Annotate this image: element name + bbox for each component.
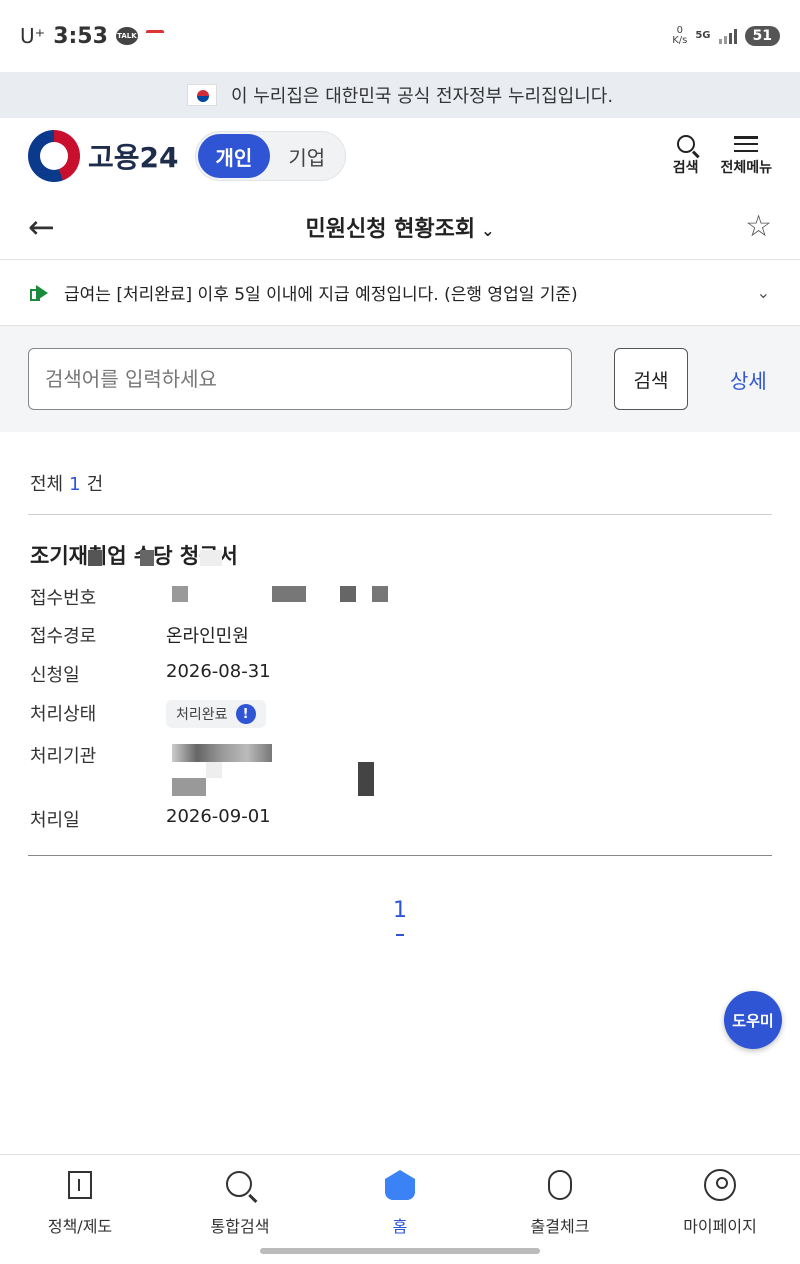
field-label: 신청일 [30,665,80,686]
status-time: 3:53 [53,23,108,49]
nav-label: 정책/제도 [47,1217,113,1236]
nav-label: 출결체크 [530,1217,590,1236]
search-icon [676,135,695,153]
page-title: 민원신청 현황조회 [305,216,476,242]
lock-icon [544,1169,576,1201]
detail-search-link[interactable]: 상세 [730,365,767,394]
redacted-block [88,550,102,566]
redacted-block [372,586,388,602]
field-label: 처리기관 [30,746,97,767]
page-title-dropdown[interactable]: 민원신청 현황조회 ⌄ [68,211,732,243]
redacted-block [172,586,188,602]
result-count-number: 1 [69,474,81,495]
header-menu-button[interactable]: 전체메뉴 [720,135,772,177]
field-done-date: 처리일 2026-09-01 [30,806,271,832]
helper-button[interactable]: 도우미 [724,991,782,1049]
person-icon [704,1169,736,1201]
gov-banner-text: 이 누리집은 대한민국 공식 전자정부 누리집입니다. [230,86,614,107]
hamburger-icon [734,135,759,153]
page-title-bar: ← 민원신청 현황조회 ⌄ ☆ [0,194,800,260]
pagination-current-page[interactable]: 1 [390,898,410,923]
home-indicator[interactable] [260,1248,540,1254]
redacted-block [358,762,374,796]
redacted-block [340,586,356,602]
redacted-block [272,586,306,602]
notice-text: 급여는 [처리완료] 이후 5일 이내에 지급 예정입니다. (은행 영업일 기… [64,285,578,305]
gov-logo-icon [28,130,80,182]
home-icon [384,1169,416,1201]
segment-individual[interactable]: 개인 [197,134,271,178]
notice-bar[interactable]: 급여는 [처리완료] 이후 5일 이내에 지급 예정입니다. (은행 영업일 기… [0,260,800,326]
nav-label: 홈 [392,1217,408,1236]
status-badge[interactable]: 처리완료 ! [166,700,266,728]
info-icon[interactable]: ! [235,704,256,724]
search-input[interactable] [28,348,572,410]
building-icon [64,1169,96,1201]
redacted-block [206,762,222,778]
header-search-button[interactable]: 검색 [672,135,699,177]
battery-icon: 51 [744,26,780,46]
net-speed: 0 K/s [672,25,688,46]
carrier-label: U⁺ [20,24,46,48]
field-route: 접수경로 온라인민원 [30,622,249,648]
field-label: 처리상태 [30,704,97,725]
app-header: 고용24 개인 기업 검색 전체메뉴 [0,118,800,194]
divider [28,855,772,856]
status-bar: U⁺ 3:53 TALK 0 K/s 5G 51 [0,0,800,72]
divider [28,514,772,515]
status-badge-text: 처리완료 [176,707,228,723]
notification-icon [145,30,164,42]
korea-flag-icon [186,84,217,106]
redacted-block [172,778,206,796]
nav-item-mypage[interactable]: 마이페이지 [640,1155,800,1264]
logo-text: 고용24 [88,141,179,174]
header-menu-label: 전체메뉴 [720,160,772,176]
nav-item-policy[interactable]: 정책/제도 [0,1155,160,1264]
field-label: 처리일 [30,810,80,831]
field-label: 접수번호 [30,588,97,609]
user-type-toggle: 개인 기업 [194,131,347,181]
nav-label: 마이페이지 [683,1217,757,1236]
chevron-down-icon: ⌄ [481,220,495,240]
redacted-block [172,744,272,762]
field-label: 접수경로 [30,626,97,647]
search-icon [224,1169,256,1201]
search-button[interactable]: 검색 [614,348,688,410]
field-status: 처리상태 처리완료 ! [30,700,266,728]
redacted-block [200,550,222,566]
megaphone-icon [30,285,50,301]
search-area: 검색 상세 [0,326,800,432]
chevron-down-icon[interactable]: ⌄ [757,283,770,302]
logo[interactable]: 고용24 [28,130,179,182]
network-type: 5G [695,30,711,41]
pagination-underline [396,934,404,936]
signal-icon [718,28,737,44]
result-count: 전체 1 건 [30,474,104,495]
back-arrow-icon[interactable]: ← [28,208,68,246]
kakaotalk-icon: TALK [115,27,138,45]
nav-label: 통합검색 [210,1217,270,1236]
field-receipt-no: 접수번호 [30,584,166,610]
redacted-block [140,550,154,566]
field-value: 2026-09-01 [166,806,271,827]
header-search-label: 검색 [672,160,699,176]
field-apply-date: 신청일 2026-08-31 [30,661,271,687]
field-agency: 처리기관 [30,742,166,768]
field-value: 온라인민원 [166,626,249,647]
segment-business[interactable]: 기업 [270,134,343,178]
field-value: 2026-08-31 [166,661,271,682]
favorite-star-icon[interactable]: ☆ [732,209,772,244]
gov-banner[interactable]: 이 누리집은 대한민국 공식 전자정부 누리집입니다. [0,72,800,118]
